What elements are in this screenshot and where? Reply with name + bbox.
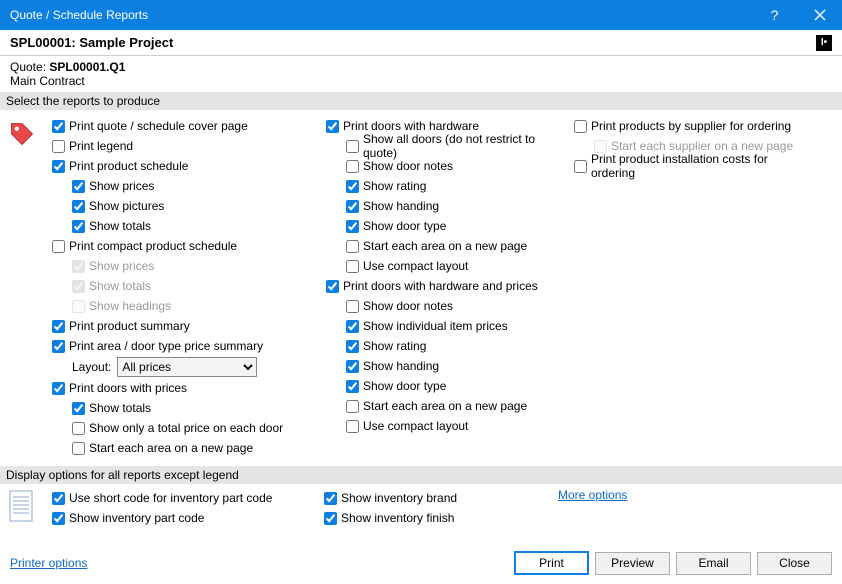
chk-schedule-prices[interactable]: Show prices	[52, 176, 308, 196]
report-column-3: Print products by supplier for ordering …	[574, 116, 810, 458]
chk-legend[interactable]: Print legend	[52, 136, 308, 156]
chk-schedule-totals[interactable]: Show totals	[52, 216, 308, 236]
chk-dhp-compact[interactable]: Use compact layout	[326, 416, 556, 436]
chk-compact-headings: Show headings	[52, 296, 308, 316]
chk-partcode[interactable]: Show inventory part code	[52, 508, 304, 528]
preview-button[interactable]: Preview	[595, 552, 670, 575]
window-title: Quote / Schedule Reports	[10, 8, 752, 22]
quote-label: Quote:	[10, 60, 46, 74]
chk-shortcode[interactable]: Use short code for inventory part code	[52, 488, 304, 508]
chk-dp-only-total[interactable]: Show only a total price on each door	[52, 418, 308, 438]
chk-dh-all[interactable]: Show all doors (do not restrict to quote…	[326, 136, 556, 156]
chk-dh-newpage[interactable]: Start each area on a new page	[326, 236, 556, 256]
chk-area-summary[interactable]: Print area / door type price summary	[52, 336, 308, 356]
chk-install-costs[interactable]: Print product installation costs for ord…	[574, 156, 810, 176]
quote-info: Quote: SPL00001.Q1 Main Contract	[0, 56, 842, 90]
footer: Printer options Print Preview Email Clos…	[0, 548, 842, 584]
layout-row: Layout: All prices	[52, 356, 308, 378]
title-bar: Quote / Schedule Reports ?	[0, 0, 842, 30]
quote-subtitle: Main Contract	[10, 74, 832, 88]
section-select-header: Select the reports to produce	[0, 92, 842, 110]
chk-dhp-type[interactable]: Show door type	[326, 376, 556, 396]
chk-compact-schedule[interactable]: Print compact product schedule	[52, 236, 308, 256]
chk-dh-rating[interactable]: Show rating	[326, 176, 556, 196]
email-button[interactable]: Email	[676, 552, 751, 575]
chk-product-schedule[interactable]: Print product schedule	[52, 156, 308, 176]
chk-dhp-item-prices[interactable]: Show individual item prices	[326, 316, 556, 336]
layout-label: Layout:	[72, 360, 111, 374]
layout-select[interactable]: All prices	[117, 357, 257, 377]
close-window-button[interactable]	[797, 0, 842, 30]
more-options-link[interactable]: More options	[558, 488, 627, 502]
chk-dp-newpage[interactable]: Start each area on a new page	[52, 438, 308, 458]
chk-dh-type[interactable]: Show door type	[326, 216, 556, 236]
chk-dh-compact[interactable]: Use compact layout	[326, 256, 556, 276]
chk-dhp-newpage[interactable]: Start each area on a new page	[326, 396, 556, 416]
chk-dh-handing[interactable]: Show handing	[326, 196, 556, 216]
chk-dhp-rating[interactable]: Show rating	[326, 336, 556, 356]
quote-code: SPL00001.Q1	[49, 60, 125, 74]
close-button[interactable]: Close	[757, 552, 832, 575]
section-display-header: Display options for all reports except l…	[0, 466, 842, 484]
display-section: Use short code for inventory part code S…	[0, 484, 842, 532]
help-button[interactable]: ?	[752, 0, 797, 30]
chk-doors-hardware-prices[interactable]: Print doors with hardware and prices	[326, 276, 556, 296]
chk-schedule-pictures[interactable]: Show pictures	[52, 196, 308, 216]
chk-dp-totals[interactable]: Show totals	[52, 398, 308, 418]
project-title: SPL00001: Sample Project	[10, 35, 816, 50]
project-header: SPL00001: Sample Project I•	[0, 30, 842, 56]
document-icon	[8, 488, 42, 528]
reports-body: Print quote / schedule cover page Print …	[0, 110, 842, 464]
chk-dhp-handing[interactable]: Show handing	[326, 356, 556, 376]
chk-brand[interactable]: Show inventory brand	[324, 488, 538, 508]
report-column-1: Print quote / schedule cover page Print …	[52, 116, 308, 458]
chk-compact-totals: Show totals	[52, 276, 308, 296]
app-logo-icon: I•	[816, 35, 832, 51]
chk-product-summary[interactable]: Print product summary	[52, 316, 308, 336]
chk-supplier[interactable]: Print products by supplier for ordering	[574, 116, 810, 136]
chk-cover-page[interactable]: Print quote / schedule cover page	[52, 116, 308, 136]
printer-options-link[interactable]: Printer options	[10, 556, 87, 570]
chk-dhp-notes[interactable]: Show door notes	[326, 296, 556, 316]
print-button[interactable]: Print	[514, 551, 589, 575]
chk-doors-prices[interactable]: Print doors with prices	[52, 378, 308, 398]
chk-finish[interactable]: Show inventory finish	[324, 508, 538, 528]
chk-dh-notes[interactable]: Show door notes	[326, 156, 556, 176]
chk-compact-prices: Show prices	[52, 256, 308, 276]
tag-icon	[8, 116, 42, 458]
report-column-2: Print doors with hardware Show all doors…	[326, 116, 556, 458]
